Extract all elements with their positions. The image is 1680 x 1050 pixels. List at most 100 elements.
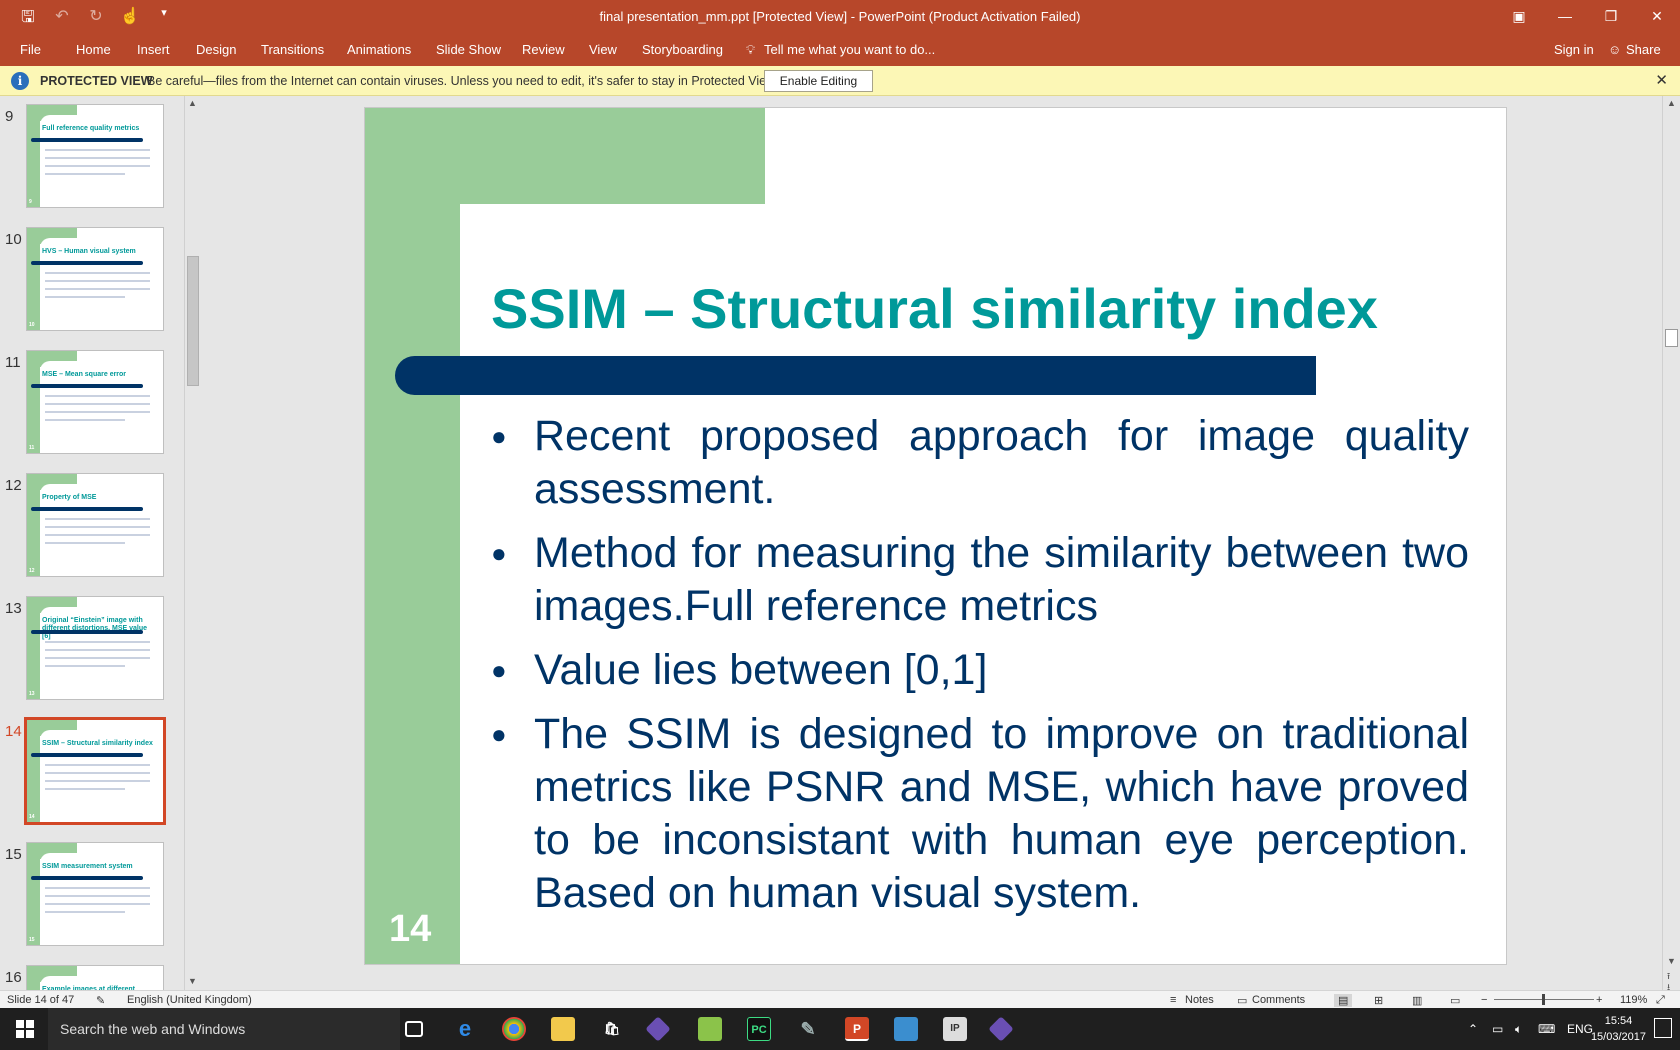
tab-transitions[interactable]: Transitions [261,42,324,57]
close-icon[interactable]: ✕ [1655,71,1668,89]
slide-scroll-thumb[interactable] [1665,329,1678,347]
thumbnail-frame[interactable]: Example images at different quality16 [26,965,164,990]
bullet-item: Method for measuring the similarity betw… [491,527,1469,633]
slide-sorter-icon[interactable]: ⊞ [1374,994,1383,1007]
thumbnail-frame[interactable]: HVS – Human visual system 10 [26,227,164,331]
volume-icon[interactable]: 🔈︎ [1515,1022,1522,1037]
notes-icon: ≡ [1170,994,1177,1006]
scroll-down-icon[interactable]: ▼ [188,976,197,986]
normal-view-icon[interactable]: ▤ [1334,994,1353,1007]
zoom-level[interactable]: 119% [1620,994,1647,1006]
thumbnail-page-number: 15 [29,937,35,943]
thumbnails-scroll-thumb[interactable] [187,256,199,386]
thumbnail-frame[interactable]: Full reference quality metrics 9 [26,104,164,208]
slide-thumbnail[interactable]: 14 SSIM – Structural similarity index 14 [0,717,185,839]
slide-thumbnail[interactable]: 11 MSE – Mean square error 11 [0,350,185,470]
scroll-up-icon[interactable]: ▲ [188,98,197,108]
thumbnail-frame[interactable]: SSIM measurement system 15 [26,842,164,946]
slide-show-icon[interactable]: ▭ [1450,994,1460,1007]
protected-view-label: PROTECTED VIEW [40,74,153,88]
tab-design[interactable]: Design [196,42,236,57]
taskbar: Search the web and Windows e 🛍︎ PC ✎ P I… [0,1008,1680,1050]
paint-icon[interactable]: ✎ [796,1017,820,1041]
maps-icon[interactable] [698,1017,722,1041]
sign-in-link[interactable]: Sign in [1554,42,1594,57]
tab-animations[interactable]: Animations [347,42,411,57]
store-icon[interactable]: 🛍︎ [600,1017,624,1041]
thumbnail-text-line [45,518,150,520]
thumbnail-text-line [45,296,125,298]
fit-to-window-icon[interactable]: ⤢ [1656,994,1665,1007]
git-gui-icon[interactable] [988,1016,1014,1042]
thumbnail-frame[interactable]: Property of MSE 12 [26,473,164,577]
slide-thumbnail[interactable]: 13 Original “Einstein” image with differe… [0,596,185,716]
zoom-out-icon[interactable]: − [1481,994,1487,1006]
ribbon-display-icon[interactable]: ▣ [1496,0,1542,34]
zoom-slider-handle[interactable] [1542,994,1545,1005]
slide-bullet-list[interactable]: Recent proposed approach for image quali… [491,410,1469,931]
protected-view-message: Be careful—files from the Internet can c… [147,74,778,88]
slide-scrollbar[interactable]: ▲ ▼ ⭱ ⭳ [1662,96,1680,992]
action-center-icon[interactable] [1654,1018,1672,1038]
close-icon[interactable]: ✕ [1634,0,1680,34]
keyboard-icon[interactable]: ⌨ [1538,1022,1555,1036]
slide-thumbnail[interactable]: 15 SSIM measurement system 15 [0,842,185,962]
slide-thumbnail[interactable]: 10 HVS – Human visual system 10 [0,227,185,347]
system-clock[interactable]: 15:54 15/03/2017 [1591,1013,1646,1045]
edge-icon[interactable]: e [453,1017,477,1041]
scroll-up-icon[interactable]: ▲ [1667,98,1676,108]
reading-view-icon[interactable]: ▥ [1412,994,1422,1007]
tab-view[interactable]: View [589,42,617,57]
notes-button[interactable]: Notes [1185,994,1214,1006]
scroll-down-icon[interactable]: ▼ [1667,956,1676,966]
thumbnail-frame[interactable]: MSE – Mean square error 11 [26,350,164,454]
slide-thumbnail[interactable]: 9 Full reference quality metrics 9 [0,104,185,224]
tab-home[interactable]: Home [76,42,111,57]
windows-start-icon[interactable] [16,1020,34,1038]
tab-storyboarding[interactable]: Storyboarding [642,42,723,57]
window-title: final presentation_mm.ppt [Protected Vie… [599,9,1081,24]
tray-up-icon[interactable]: ⌃ [1468,1022,1478,1036]
clock-time: 15:54 [1604,1015,1633,1027]
spelling-icon[interactable]: ✎ [96,994,105,1007]
slide-title[interactable]: SSIM – Structural similarity index [491,276,1378,341]
slide-thumbnail[interactable]: 16Example images at different quality16 [0,965,185,990]
tab-file[interactable]: File [20,42,41,57]
notepad-icon[interactable] [894,1017,918,1041]
git-icon[interactable] [645,1016,671,1042]
chrome-icon[interactable] [502,1017,526,1041]
thumbnail-frame[interactable]: Original “Einstein” image with different… [26,596,164,700]
thumbnail-frame[interactable]: SSIM – Structural similarity index 14 [24,717,166,825]
thumbnail-title: SSIM – Structural similarity index [42,740,153,747]
current-slide[interactable]: SSIM – Structural similarity index Recen… [365,108,1506,964]
file-explorer-icon[interactable] [551,1017,575,1041]
share-button[interactable]: Share [1626,42,1661,57]
thumbnail-page-number: 14 [29,814,35,820]
restore-icon[interactable]: ❐ [1588,0,1634,34]
tab-review[interactable]: Review [522,42,565,57]
thumbnail-text-line [45,895,150,897]
input-language[interactable]: ENG [1567,1022,1593,1036]
tab-slide-show[interactable]: Slide Show [436,42,501,57]
tab-insert[interactable]: Insert [137,42,170,57]
thumbnail-text-line [45,657,150,659]
comments-button[interactable]: Comments [1252,994,1305,1006]
language-indicator[interactable]: English (United Kingdom) [127,994,252,1006]
tell-me-box[interactable]: Tell me what you want to do... [764,42,935,57]
thumbnail-text-line [45,534,150,536]
minimize-icon[interactable]: — [1542,0,1588,34]
thumbnail-text-line [45,780,150,782]
taskbar-search-box[interactable]: Search the web and Windows [48,1008,400,1050]
task-view-icon[interactable] [405,1021,423,1037]
thumbnails-scrollbar[interactable]: ▲ ▼ [184,96,200,990]
thumbnail-number: 12 [5,477,22,494]
pycharm-icon[interactable]: PC [747,1017,771,1041]
network-icon[interactable]: ▭ [1492,1022,1503,1036]
enable-editing-button[interactable]: Enable Editing [764,70,873,92]
zoom-in-icon[interactable]: + [1596,994,1602,1006]
lightbulb-icon: 💡︎ [746,42,756,57]
powerpoint-icon[interactable]: P [845,1017,869,1041]
ipython-icon[interactable]: IP [943,1017,967,1041]
thumbnail-title-rule [31,507,143,511]
slide-thumbnail[interactable]: 12 Property of MSE 12 [0,473,185,593]
